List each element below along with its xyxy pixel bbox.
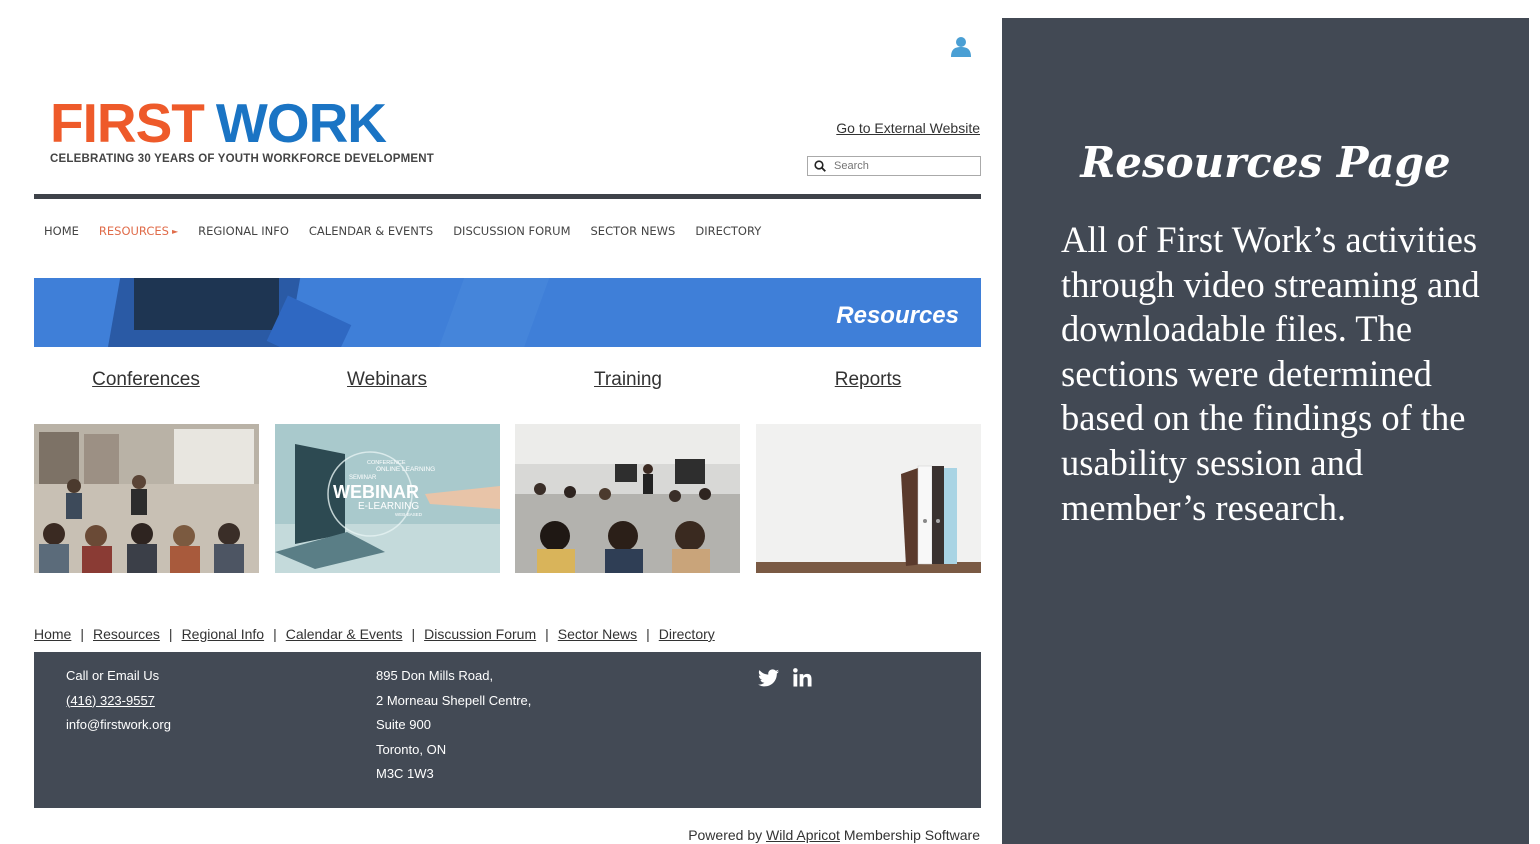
logo-work: WORK	[215, 92, 387, 154]
nav-item-discussion-forum[interactable]: DISCUSSION FORUM	[453, 224, 570, 238]
footer-address: 895 Don Mills Road, 2 Morneau Shepell Ce…	[376, 664, 531, 787]
powered-prefix: Powered by	[688, 827, 767, 843]
nav-item-regional-info[interactable]: REGIONAL INFO	[198, 224, 289, 238]
phone-link[interactable]: (416) 323-9557	[66, 689, 171, 714]
banner-decoration	[437, 278, 551, 347]
nav-item-directory[interactable]: DIRECTORY	[695, 224, 761, 238]
panel-body: All of First Work’s activities through v…	[1061, 219, 1480, 528]
webinars-image[interactable]: CONFERENCE ONLINE LEARNING SEMINAR WEBIN…	[275, 424, 500, 573]
webinar-image-text: ONLINE LEARNING	[376, 466, 435, 473]
footer-link-separator: |	[80, 626, 84, 642]
address-line: 2 Morneau Shepell Centre,	[376, 692, 532, 708]
banner-decoration	[134, 278, 279, 330]
webinar-image-text: E-LEARNING	[358, 501, 419, 512]
address-line: M3C 1W3	[376, 766, 434, 781]
footer-link-separator: |	[168, 626, 173, 642]
panel-title: Resources Page	[1080, 138, 1451, 187]
footer-link-home[interactable]: Home	[34, 626, 71, 642]
webinar-image-text: SEMINAR	[349, 475, 377, 481]
footer-link-separator: |	[411, 626, 416, 642]
footer-link-separator: |	[545, 626, 549, 642]
conferences-image[interactable]	[34, 424, 259, 573]
header-divider	[34, 194, 981, 199]
category-link-conferences[interactable]: Conferences	[92, 369, 200, 391]
banner-title: Resources	[836, 302, 959, 329]
main-nav: HOME RESOURCES ► REGIONAL INFO CALENDAR &…	[44, 224, 781, 238]
category-links: Conferences Webinars Training Reports	[34, 369, 981, 393]
twitter-icon[interactable]	[758, 668, 779, 687]
footer-link-resources[interactable]: Resources	[93, 626, 160, 642]
footer-links: Home | Resources | Regional Info | Calendar & …	[34, 626, 715, 642]
footer-link-regional-info[interactable]: Regional Info	[182, 626, 265, 642]
contact-heading: Call or Email Us	[66, 668, 160, 683]
training-image[interactable]	[515, 424, 740, 573]
category-link-webinars[interactable]: Webinars	[347, 369, 427, 391]
nav-item-sector-news[interactable]: SECTOR NEWS	[591, 224, 676, 238]
footer-link-separator: |	[273, 626, 277, 642]
nav-item-resources[interactable]: RESOURCES ►	[99, 224, 178, 238]
footer-link-calendar-events[interactable]: Calendar & Events	[286, 626, 403, 642]
nav-arrow-icon: ►	[171, 227, 179, 236]
address-line: Toronto, ON	[376, 741, 447, 757]
search-input[interactable]	[834, 160, 974, 172]
powered-suffix: Membership Software	[839, 827, 980, 843]
wild-apricot-link[interactable]: Wild Apricot	[766, 827, 840, 843]
logo-tagline: CELEBRATING 30 YEARS OF YOUTH WORKFORCE …	[50, 153, 434, 165]
site-footer: Call or Email Us (416) 323-9557 info@fir…	[34, 652, 981, 808]
powered-by: Powered by Wild Apricot Membership Softw…	[688, 827, 980, 843]
email-text: info@firstwork.org	[66, 717, 171, 732]
site-logo[interactable]: FIRST WORK CELEBRATING 30 YEARS OF YOUTH …	[50, 96, 434, 166]
search-icon	[814, 160, 826, 172]
address-line: Suite 900	[376, 717, 431, 732]
webinar-image-text: WEB-BASED	[395, 512, 423, 517]
category-link-training[interactable]: Training	[594, 369, 662, 391]
nav-item-calendar-events[interactable]: CALENDAR & EVENTS	[309, 224, 433, 238]
search-box[interactable]	[807, 156, 981, 176]
footer-link-sector-news[interactable]: Sector News	[558, 626, 637, 642]
address-line: 895 Don Mills Road,	[376, 668, 494, 683]
logo-first: FIRST	[50, 92, 205, 154]
footer-link-directory[interactable]: Directory	[659, 626, 715, 642]
nav-item-home[interactable]: HOME	[44, 224, 79, 238]
category-link-reports[interactable]: Reports	[835, 369, 902, 391]
footer-contact: Call or Email Us (416) 323-9557 info@fir…	[66, 664, 171, 738]
description-panel: Resources Page All of First Work’s activ…	[1002, 18, 1529, 844]
user-icon[interactable]	[950, 36, 972, 58]
footer-link-discussion-forum[interactable]: Discussion Forum	[424, 626, 536, 642]
webinar-image-text: WEBINAR	[333, 482, 419, 502]
footer-link-separator: |	[646, 626, 650, 642]
external-website-link[interactable]: Go to External Website	[836, 120, 980, 136]
reports-image[interactable]	[756, 424, 981, 573]
linkedin-icon[interactable]	[793, 668, 812, 687]
resources-banner: Resources	[34, 278, 981, 347]
nav-item-resources-label: RESOURCES	[98, 224, 169, 238]
social-links	[758, 668, 812, 687]
